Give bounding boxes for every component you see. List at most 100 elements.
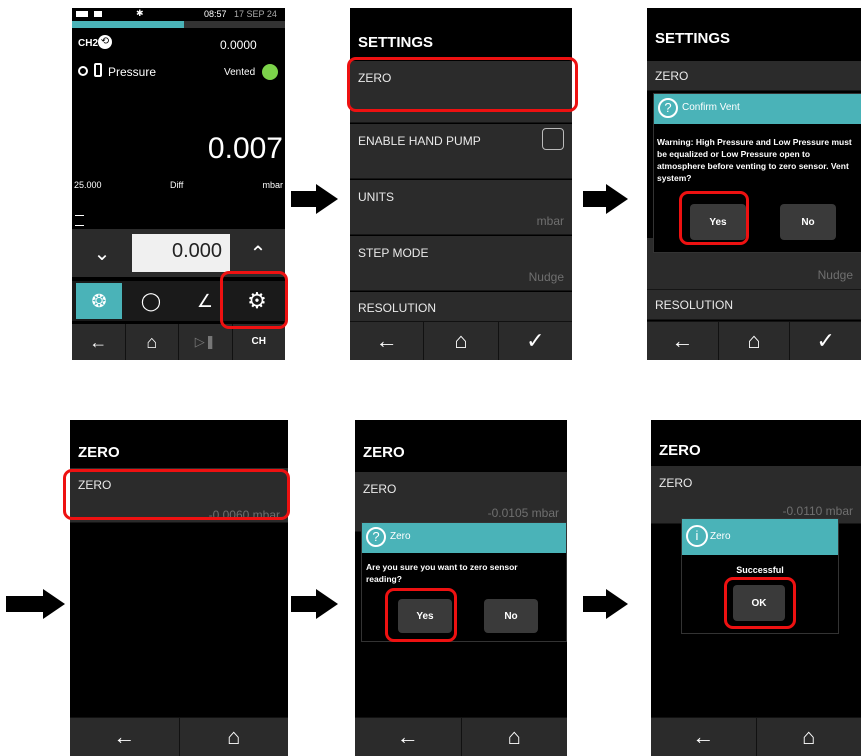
flow-arrow-3-head: [43, 589, 65, 619]
screen-confirm-vent: SETTINGS ZERO Nudge RESOLUTION ? Confirm…: [647, 8, 861, 360]
battery-icon: [76, 11, 88, 17]
home-icon[interactable]: ⌂: [180, 718, 289, 756]
info-icon: i: [686, 525, 708, 547]
flow-arrow-2: [583, 191, 607, 207]
measure-type: Diff: [170, 180, 184, 190]
row-label: UNITS: [358, 190, 394, 204]
settings-row-step-mode[interactable]: STEP MODE Nudge: [350, 236, 572, 291]
play-pause-icon[interactable]: ▷❚: [179, 324, 233, 360]
progress-fill: [72, 21, 184, 28]
question-icon: ?: [366, 527, 386, 547]
no-button[interactable]: No: [484, 599, 538, 633]
dialog-message: Successful: [736, 565, 784, 575]
channel-switch-icon[interactable]: CH: [233, 324, 286, 360]
zero-row: ZERO -0.0110 mbar: [651, 466, 861, 524]
back-arrow-icon[interactable]: ←: [647, 322, 719, 360]
back-arrow-icon[interactable]: ←: [70, 718, 180, 756]
page-title: SETTINGS: [358, 34, 434, 51]
decrement-button[interactable]: ⌄: [84, 240, 120, 268]
page-title: ZERO: [659, 442, 701, 459]
highlight-yes-button: [385, 588, 457, 642]
row-label: ZERO: [659, 476, 693, 490]
channel-value: 0.0000: [220, 38, 257, 52]
unit-label: mbar: [262, 180, 283, 190]
dialog-header: i Zero: [682, 519, 838, 555]
confirm-check-icon[interactable]: ✓: [790, 322, 861, 360]
home-icon[interactable]: ⌂: [719, 322, 791, 360]
row-label: RESOLUTION: [655, 298, 734, 312]
function-label: Pressure: [108, 65, 157, 79]
back-arrow-icon[interactable]: ←: [72, 324, 126, 360]
question-icon: ?: [658, 98, 678, 118]
back-arrow-icon[interactable]: ←: [355, 718, 462, 756]
footer-bar: ← ⌂: [355, 717, 567, 756]
dialog-title: Zero: [390, 531, 411, 542]
flow-arrow-4-head: [316, 589, 338, 619]
footer-bar: ← ⌂ ▷❚ CH: [72, 324, 285, 360]
progress-bar: [72, 21, 285, 28]
vent-status-icon: [262, 64, 278, 80]
row-value: -0.0110 mbar: [782, 504, 853, 518]
highlight-zero-row: [63, 469, 290, 520]
highlight-settings-gear: [220, 271, 288, 329]
row-value: -0.0105 mbar: [487, 506, 559, 520]
footer-bar: ← ⌂: [651, 717, 861, 756]
page-title: SETTINGS: [655, 30, 731, 47]
highlight-ok-button: [724, 577, 796, 629]
back-arrow-icon[interactable]: ←: [651, 718, 757, 756]
confirm-check-icon[interactable]: ✓: [499, 322, 572, 360]
settings-row-units[interactable]: UNITS mbar: [350, 180, 572, 235]
signal-icon: [94, 11, 102, 17]
pump-tool-button[interactable]: ◯: [128, 283, 174, 319]
row-label: STEP MODE: [358, 246, 429, 260]
row-value: Nudge: [528, 270, 564, 284]
vent-tool-button[interactable]: ❂: [76, 283, 122, 319]
channel-label: CH2: [78, 38, 99, 49]
row-value: mbar: [536, 214, 564, 228]
flow-arrow-1-head: [316, 184, 338, 214]
flow-arrow-1: [291, 191, 317, 207]
footer-bar: ← ⌂ ✓: [350, 321, 572, 360]
home-icon[interactable]: ⌂: [126, 324, 179, 360]
footer-bar: ← ⌂ ✓: [647, 321, 861, 360]
channel-arrow-icon: ⟲: [98, 35, 112, 49]
footer-bar: ← ⌂: [70, 717, 288, 756]
setpoint-value: 0.000: [172, 240, 223, 262]
settings-row-zero: ZERO: [647, 61, 861, 91]
settings-row-resolution[interactable]: RESOLUTION: [350, 292, 572, 322]
home-icon[interactable]: ⌂: [757, 718, 861, 756]
settings-row-resolution: RESOLUTION: [647, 290, 861, 320]
row-label: ENABLE HAND PUMP: [358, 134, 481, 148]
bluetooth-icon: ✱: [136, 8, 144, 18]
flow-arrow-2-head: [606, 184, 628, 214]
back-arrow-icon[interactable]: ←: [350, 322, 425, 360]
dialog-title: Zero: [710, 531, 731, 542]
gauge-icon: [94, 63, 102, 77]
page-title: ZERO: [363, 444, 405, 461]
dialog-header: ? Confirm Vent: [654, 94, 861, 124]
home-icon[interactable]: ⌂: [424, 322, 499, 360]
dialog-message: Warning: High Pressure and Low Pressure …: [657, 137, 852, 183]
pressure-reading: 0.007: [207, 132, 283, 165]
step-size-icon: [75, 215, 84, 226]
dialog-message: Are you sure you want to zero sensor rea…: [366, 562, 518, 584]
screen-zero-confirm: ZERO ZERO -0.0105 mbar ? Zero Are you sur…: [355, 420, 567, 756]
row-label: ZERO: [363, 482, 397, 496]
page-title: ZERO: [78, 444, 120, 461]
flow-arrow-4: [291, 596, 317, 612]
row-value: Nudge: [817, 268, 853, 282]
flow-arrow-5: [583, 596, 607, 612]
row-label: ZERO: [655, 69, 689, 83]
settings-row-hand-pump[interactable]: ENABLE HAND PUMP: [350, 124, 572, 179]
range-value: 25.000: [74, 180, 102, 190]
vent-mode-label: Vented: [224, 67, 256, 78]
hand-pump-checkbox[interactable]: [542, 128, 564, 150]
row-label: RESOLUTION: [358, 301, 437, 315]
channel-switch-label: CH: [251, 336, 266, 347]
home-icon[interactable]: ⌂: [462, 718, 568, 756]
sensor-icon: [78, 66, 88, 76]
increment-button[interactable]: ⌃: [240, 240, 276, 268]
no-button[interactable]: No: [780, 204, 836, 240]
dialog-title: Confirm Vent: [682, 102, 740, 113]
flow-arrow-3: [6, 596, 44, 612]
